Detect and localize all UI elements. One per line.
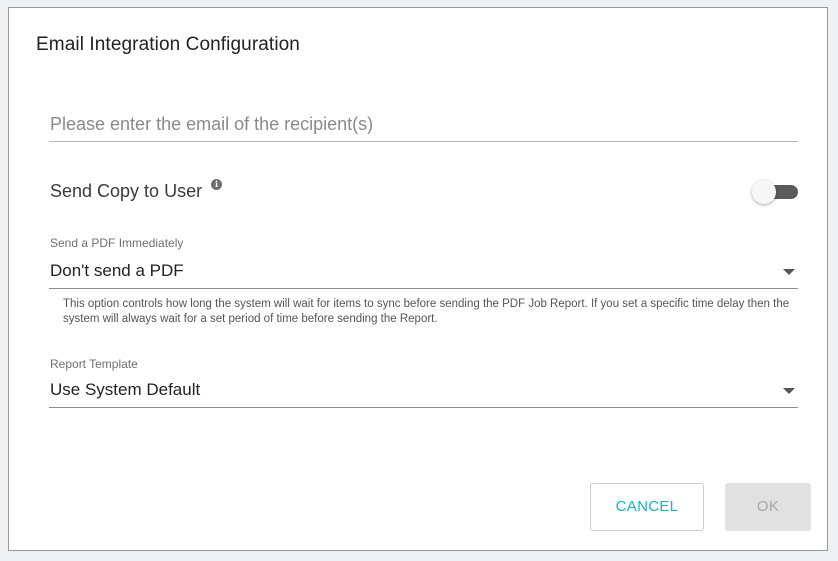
report-template-selected-value: Use System Default xyxy=(50,380,201,399)
send-pdf-selected-value: Don't send a PDF xyxy=(50,261,184,280)
report-template-select[interactable]: Use System Default xyxy=(49,376,798,408)
cancel-button[interactable]: CANCEL xyxy=(590,483,704,531)
ok-button[interactable]: OK xyxy=(725,483,811,531)
report-template-label: Report Template xyxy=(50,357,138,371)
send-pdf-label: Send a PDF Immediately xyxy=(50,236,184,250)
info-icon[interactable]: i xyxy=(211,179,222,190)
chevron-down-icon xyxy=(783,388,795,394)
email-integration-dialog: Email Integration Configuration Send Cop… xyxy=(8,7,828,551)
send-pdf-select[interactable]: Don't send a PDF xyxy=(49,257,798,289)
send-pdf-help-text: This option controls how long the system… xyxy=(63,298,790,325)
recipient-email-input[interactable] xyxy=(49,108,798,142)
chevron-down-icon xyxy=(783,269,795,275)
send-copy-label: Send Copy to User xyxy=(50,181,203,201)
toggle-knob xyxy=(752,180,776,204)
dialog-title: Email Integration Configuration xyxy=(36,34,300,55)
send-copy-toggle[interactable] xyxy=(752,180,798,204)
